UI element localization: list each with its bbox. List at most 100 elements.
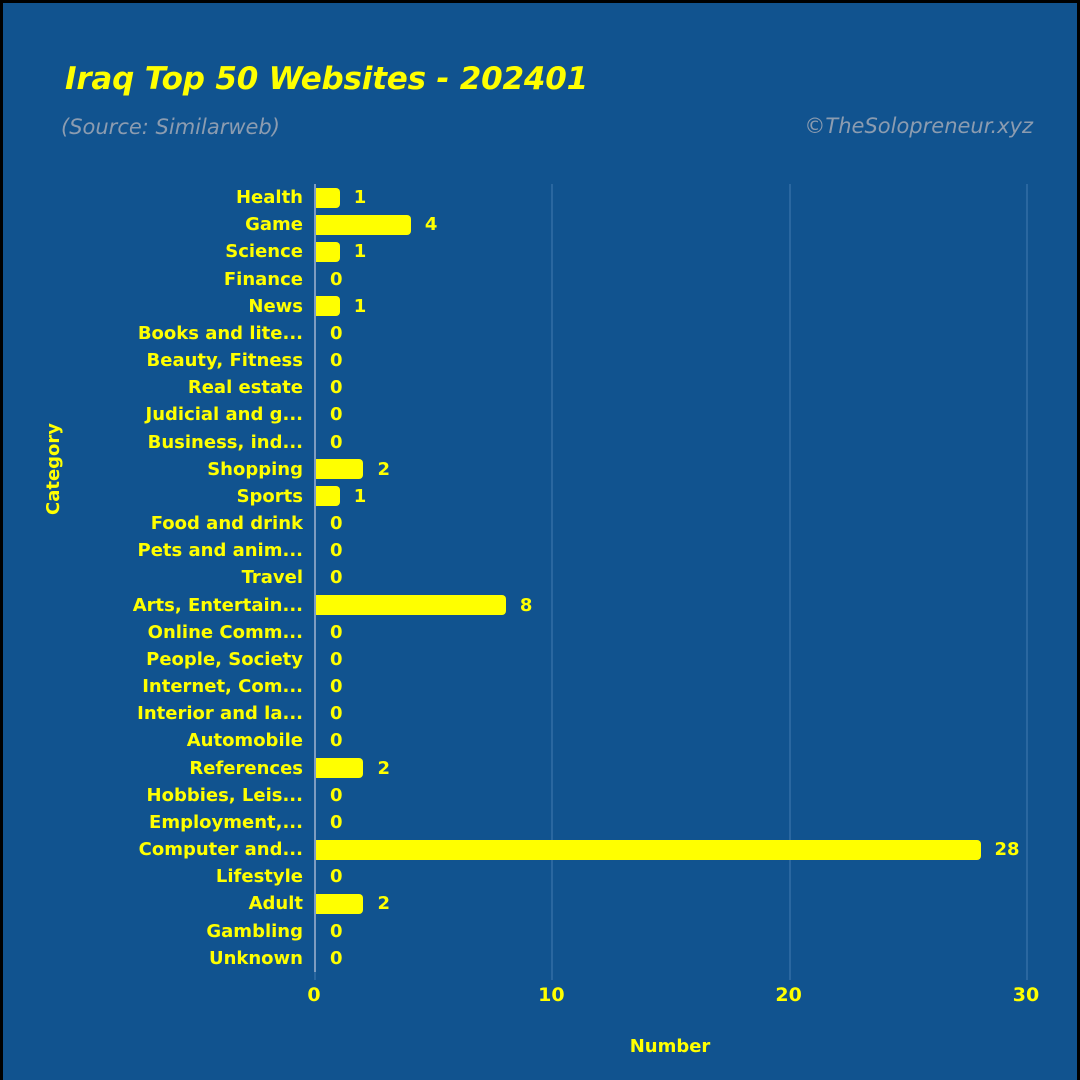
bar-value-label: 1 — [353, 485, 367, 507]
category-label: Lifestyle — [215, 866, 303, 888]
bar-value-label: 2 — [377, 893, 390, 915]
bar-value-label: 8 — [519, 594, 533, 616]
category-label: Sports — [236, 485, 303, 507]
bar-value-label: 1 — [353, 295, 367, 317]
category-label: Shopping — [207, 458, 303, 480]
bar-row: Finance 0 — [3, 266, 1077, 293]
category-label: Beauty, Fitness — [146, 350, 303, 372]
bar-value-label: 0 — [330, 404, 343, 426]
category-label: Arts, Entertain... — [132, 594, 303, 616]
bar-row: Shopping 2 — [3, 456, 1077, 483]
bar-value-label: 2 — [377, 757, 390, 779]
bar-value-label: 0 — [330, 621, 343, 643]
category-label: Science — [225, 241, 303, 263]
bar-value-label: 0 — [330, 268, 343, 290]
bar-row: Unknown 0 — [3, 945, 1077, 972]
chart-subtitle-source: (Source: Similarweb) — [61, 115, 280, 139]
bar — [316, 839, 981, 860]
bar-row: Gambling 0 — [3, 918, 1077, 945]
bar-value-label: 0 — [330, 513, 343, 535]
bar-value-label: 0 — [330, 730, 343, 752]
bar — [316, 459, 364, 480]
bar-value-label: 2 — [377, 458, 390, 480]
bar-row: Travel 0 — [3, 564, 1077, 591]
category-label: Unknown — [208, 947, 303, 969]
x-tick-label-20: 20 — [775, 984, 802, 1006]
category-label: Pets and anim... — [137, 540, 304, 562]
x-tick-30 — [1026, 972, 1028, 980]
bar-row: People, Society 0 — [3, 646, 1077, 673]
bar-value-label: 0 — [330, 811, 343, 833]
bar-row: Adult 2 — [3, 890, 1077, 917]
bar-value-label: 0 — [330, 648, 343, 670]
x-tick-label-0: 0 — [307, 984, 321, 1006]
bar — [316, 296, 340, 317]
category-label: Business, ind... — [147, 431, 303, 453]
chart-container: Iraq Top 50 Websites - 202401 (Source: S… — [0, 0, 1080, 1080]
bar-value-label: 1 — [353, 187, 367, 208]
bar-row: Health 1 — [3, 184, 1077, 211]
bar-row: Real estate 0 — [3, 374, 1077, 401]
category-label: Interior and la... — [137, 703, 303, 725]
category-label: Adult — [248, 893, 303, 915]
bar-row: Hobbies, Leis... 0 — [3, 782, 1077, 809]
category-label: Finance — [223, 268, 303, 290]
x-tick-label-10: 10 — [538, 984, 565, 1006]
bar — [316, 595, 506, 616]
bar — [316, 214, 411, 235]
bar-row: Science 1 — [3, 238, 1077, 265]
category-label: Game — [245, 214, 303, 236]
chart-title: Iraq Top 50 Websites - 202401 — [65, 61, 588, 97]
bar-value-label: 0 — [330, 784, 343, 806]
bar — [316, 758, 364, 779]
bar-row: Sports 1 — [3, 483, 1077, 510]
category-label: References — [189, 757, 303, 779]
category-label: Employment,... — [149, 811, 303, 833]
category-label: Books and lite... — [137, 322, 303, 344]
bar-row: Judicial and g... 0 — [3, 401, 1077, 428]
bar-row: Business, ind... 0 — [3, 429, 1077, 456]
category-label: People, Society — [146, 648, 303, 670]
category-label: Judicial and g... — [145, 404, 304, 426]
bar-value-label: 4 — [424, 214, 438, 236]
category-label: Hobbies, Leis... — [146, 784, 303, 806]
bar-value-label: 0 — [330, 920, 343, 942]
bar-value-label: 0 — [330, 947, 343, 969]
x-axis-title: Number — [629, 1036, 711, 1057]
category-label: Health — [235, 187, 303, 208]
bar-value-label: 1 — [353, 241, 367, 263]
category-label: Food and drink — [150, 513, 303, 535]
bar-row: References 2 — [3, 755, 1077, 782]
bar-row: Game 4 — [3, 211, 1077, 238]
category-label: Gambling — [206, 920, 303, 942]
bar-value-label: 0 — [330, 703, 343, 725]
bar-value-label: 0 — [330, 676, 343, 698]
category-label: Online Comm... — [147, 621, 303, 643]
bar-row: Pets and anim... 0 — [3, 537, 1077, 564]
bar-value-label: 0 — [330, 350, 343, 372]
x-tick-10 — [551, 972, 554, 980]
bar-row: Employment,... 0 — [3, 809, 1077, 836]
category-label: News — [248, 295, 303, 317]
bar — [316, 894, 364, 915]
category-label: Real estate — [187, 377, 303, 399]
bar-row: Online Comm... 0 — [3, 619, 1077, 646]
bar — [316, 187, 340, 208]
category-label: Travel — [241, 567, 303, 589]
category-label: Computer and... — [138, 839, 303, 861]
bar-row: Computer and... 28 — [3, 836, 1077, 863]
bar-row: Books and lite... 0 — [3, 320, 1077, 347]
bar-value-label: 28 — [994, 839, 1020, 861]
bar-value-label: 0 — [330, 322, 343, 344]
x-tick-label-30: 30 — [1012, 984, 1040, 1006]
bar-value-label: 0 — [330, 567, 343, 589]
bar-row: Arts, Entertain... 8 — [3, 592, 1077, 619]
category-label: Automobile — [186, 730, 303, 752]
bar-value-label: 0 — [330, 866, 343, 888]
watermark-credit: ©TheSolopreneur.xyz — [804, 114, 1033, 138]
category-label: Internet, Com... — [142, 676, 303, 698]
bar-value-label: 0 — [330, 377, 343, 399]
bar-row: Food and drink 0 — [3, 510, 1077, 537]
bar-value-label: 0 — [330, 431, 343, 453]
bar-row: Internet, Com... 0 — [3, 673, 1077, 700]
